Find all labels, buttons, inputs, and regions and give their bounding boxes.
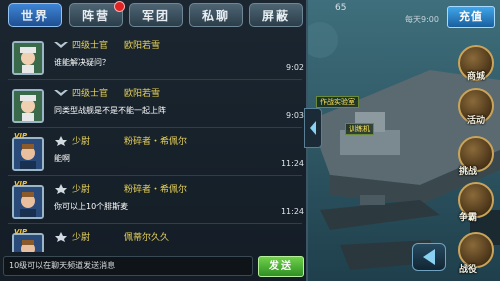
vip-badge: VIP	[14, 228, 28, 236]
pilot-portrait-icon	[14, 187, 42, 217]
tab-private[interactable]: 私聊	[189, 3, 243, 27]
arrow-left-icon	[423, 249, 435, 265]
message-time: 9:03	[286, 111, 304, 120]
avatar[interactable]	[12, 185, 44, 219]
sender-rank: 少尉	[72, 185, 91, 195]
rank-star-icon	[55, 232, 67, 242]
message-text: 能啊	[54, 154, 70, 163]
divider	[8, 175, 302, 176]
pilot-portrait-icon	[14, 139, 42, 169]
activity-label: 活动	[466, 116, 485, 126]
sender-name[interactable]: 粉碎者・希佩尔	[124, 182, 187, 195]
message-time: 11:24	[280, 207, 304, 216]
daily-reset-time: 每天9:00	[405, 15, 439, 24]
contest-label: 争霸	[458, 213, 477, 223]
rank-star-icon	[55, 184, 67, 194]
sender-name[interactable]: 欧阳若雪	[124, 86, 160, 99]
tab-faction-label: 阵营	[81, 9, 110, 23]
tab-legion[interactable]: 军团	[129, 3, 183, 27]
rank-star-icon	[55, 136, 67, 146]
shop-label: 商城	[466, 72, 485, 82]
map-label-lab[interactable]: 作战实验室	[316, 96, 359, 108]
divider	[8, 223, 302, 224]
list-item: 四级士官 欧阳若雪 同类型战舰是不是不能一起上阵 9:03	[4, 84, 304, 128]
tab-block[interactable]: 屏蔽	[249, 3, 303, 27]
avatar[interactable]	[12, 41, 44, 75]
avatar[interactable]	[12, 137, 44, 171]
pilot-portrait-icon	[14, 235, 42, 252]
rank-wings-icon	[54, 90, 68, 96]
message-text: 你可以上10个腓斯麦	[54, 202, 129, 211]
tab-world[interactable]: 世界	[8, 3, 62, 27]
back-button[interactable]	[412, 243, 446, 271]
list-item: VIP 少尉 粉碎者・希佩尔 你可以上10个腓斯麦 11:24	[4, 180, 304, 224]
sender-rank: 少尉	[72, 137, 91, 147]
chat-input[interactable]: 10级可以在聊天频道发送消息	[3, 256, 253, 276]
sender-rank: 四级士官	[72, 89, 109, 99]
message-time: 11:24	[280, 159, 304, 168]
sender-rank: 少尉	[72, 233, 91, 243]
sender-name[interactable]: 粉碎者・希佩尔	[124, 134, 187, 147]
message-text: 谁能解决疑问？	[54, 58, 110, 67]
divider	[8, 79, 302, 80]
sender-name[interactable]: 欧阳若雪	[124, 38, 160, 51]
vip-badge: VIP	[14, 132, 28, 140]
chat-panel: 世界 阵营 军团 私聊 屏蔽 四级士官 欧阳若雪 谁能解决疑问？ 9:02 四级…	[0, 0, 308, 281]
divider	[8, 127, 302, 128]
chat-tabs: 世界 阵营 军团 私聊 屏蔽	[3, 1, 303, 29]
message-list[interactable]: 四级士官 欧阳若雪 谁能解决疑问？ 9:02 四级士官 欧阳若雪 同类型战舰是不…	[4, 36, 304, 252]
collapse-chat-button[interactable]	[304, 108, 322, 148]
list-item: 四级士官 欧阳若雪 谁能解决疑问？ 9:02	[4, 36, 304, 80]
alert-dot-icon	[114, 1, 125, 12]
officer-portrait-icon	[14, 91, 42, 121]
sender-rank: 四级士官	[72, 41, 109, 51]
message-text: 同类型战舰是不是不能一起上阵	[54, 106, 166, 115]
campaign-label: 战役	[458, 265, 477, 275]
vip-badge: VIP	[14, 180, 28, 188]
tab-faction[interactable]: 阵营	[69, 1, 125, 27]
rank-wings-icon	[54, 42, 68, 48]
avatar[interactable]	[12, 89, 44, 123]
chevron-left-icon	[310, 121, 316, 135]
list-item: VIP 少尉 粉碎者・希佩尔 能啊 11:24	[4, 132, 304, 176]
send-button[interactable]: 发送	[258, 256, 304, 277]
officer-portrait-icon	[14, 43, 42, 73]
recharge-button[interactable]: 充值	[447, 6, 495, 28]
map-label-trainer[interactable]: 训练机	[345, 123, 374, 135]
resource-counter: 65	[335, 3, 347, 13]
message-time: 9:02	[286, 63, 304, 72]
sender-name[interactable]: 佩蒂尔久久	[124, 230, 169, 243]
challenge-label: 挑战	[458, 167, 477, 177]
list-item: VIP 少尉 佩蒂尔久久	[4, 228, 304, 252]
